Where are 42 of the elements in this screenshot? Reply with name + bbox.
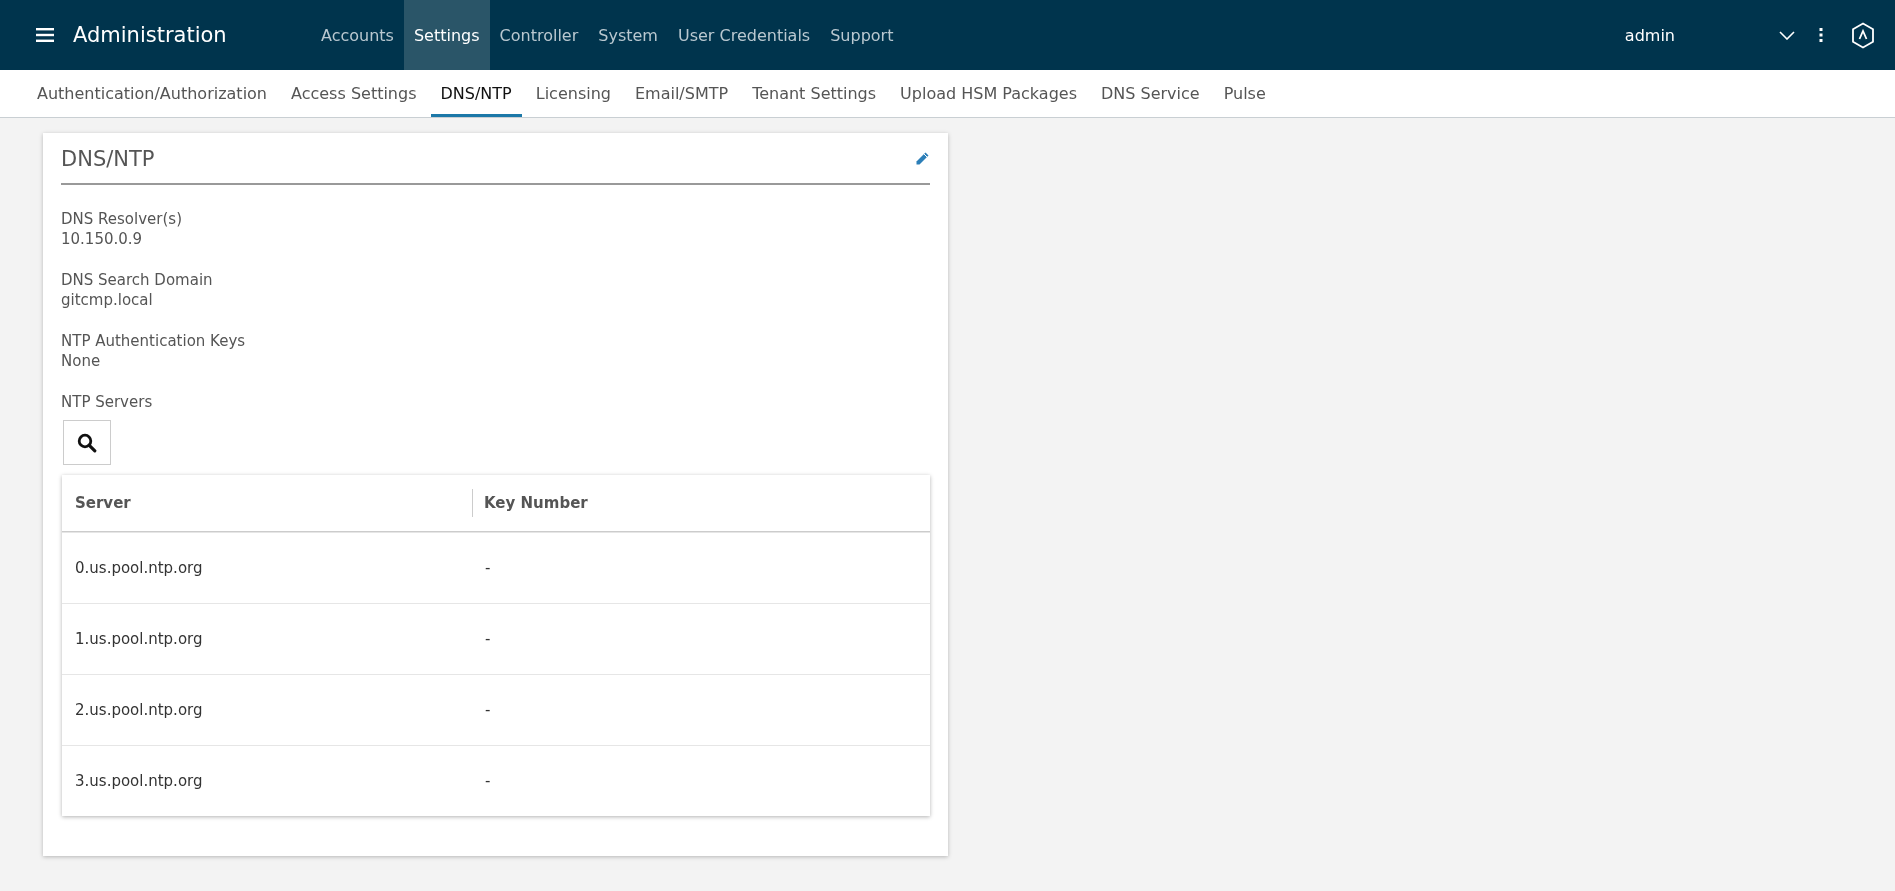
- nav-tab[interactable]: Controller: [489, 0, 589, 70]
- subnav-tab[interactable]: DNS/NTP: [430, 70, 522, 117]
- subnav-tab[interactable]: Licensing: [525, 70, 621, 117]
- field-value: 10.150.0.9: [61, 229, 144, 249]
- card-title: DNS/NTP: [61, 147, 155, 171]
- subnav-tab[interactable]: Pulse: [1213, 70, 1276, 117]
- chevron-down-icon[interactable]: [1779, 30, 1795, 40]
- search-button[interactable]: [63, 420, 111, 465]
- field-label: DNS Search Domain: [61, 270, 214, 290]
- subnav-tab[interactable]: Authentication/Authorization: [27, 70, 277, 117]
- table-cell-text: 2.us.pool.ntp.org: [74, 701, 204, 719]
- pencil-edit-icon[interactable]: [914, 151, 930, 167]
- subnav-tab[interactable]: Upload HSM Packages: [890, 70, 1087, 117]
- search-icon: [77, 432, 97, 453]
- field-value: None: [61, 351, 102, 371]
- table-cell-text: -: [484, 772, 492, 790]
- hexagon-logo-icon[interactable]: [1851, 21, 1875, 49]
- field-label: NTP Authentication Keys: [61, 331, 247, 351]
- subnav-tab[interactable]: DNS Service: [1091, 70, 1210, 117]
- subnav-tab[interactable]: Tenant Settings: [742, 70, 887, 117]
- menu-icon[interactable]: [36, 28, 54, 42]
- table-cell-text: -: [484, 630, 492, 648]
- field-label: DNS Resolver(s): [61, 209, 183, 229]
- column-header[interactable]: Server: [62, 494, 472, 512]
- subnav-tab[interactable]: Email/SMTP: [624, 70, 739, 117]
- nav-tab[interactable]: Support: [820, 0, 904, 70]
- nav-tab[interactable]: User Credentials: [667, 0, 821, 70]
- kebab-menu-icon[interactable]: [1819, 28, 1823, 42]
- table-cell-text: 1.us.pool.ntp.org: [74, 630, 204, 648]
- subnav-tab[interactable]: Access Settings: [281, 70, 427, 117]
- nav-tab[interactable]: Accounts: [311, 0, 404, 70]
- table-cell-text: -: [484, 559, 492, 577]
- field-label: NTP Servers: [61, 392, 154, 412]
- table-cell-text: 3.us.pool.ntp.org: [74, 772, 204, 790]
- nav-tab[interactable]: System: [588, 0, 668, 70]
- field-value: gitcmp.local: [61, 290, 154, 310]
- table-cell-text: 0.us.pool.ntp.org: [74, 559, 204, 577]
- table-cell-text: -: [484, 701, 492, 719]
- user-name[interactable]: admin: [1624, 25, 1675, 45]
- app-title: Administration: [73, 23, 227, 47]
- column-header[interactable]: Key Number: [472, 489, 930, 517]
- nav-tab[interactable]: Settings: [403, 0, 490, 70]
